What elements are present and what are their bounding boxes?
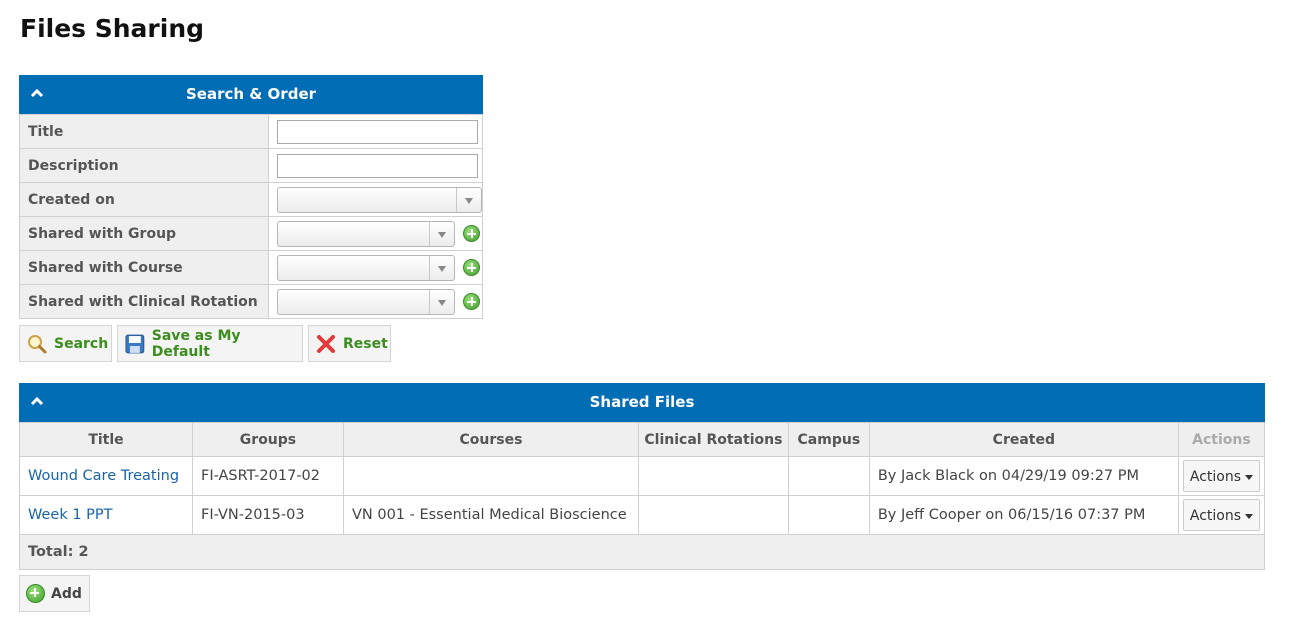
- reset-button[interactable]: Reset: [308, 325, 391, 362]
- add-group-icon[interactable]: [463, 225, 480, 242]
- field-label-shared-group: Shared with Group: [19, 216, 269, 251]
- files-table: Title Groups Courses Clinical Rotations …: [19, 422, 1266, 570]
- file-created: By Jeff Cooper on 06/15/16 07:37 PM: [868, 495, 1179, 535]
- field-label-created-on: Created on: [19, 182, 269, 217]
- created-on-select[interactable]: [277, 186, 482, 213]
- file-title-link[interactable]: Week 1 PPT: [28, 507, 113, 523]
- search-form-table: Title Description Created on Shared with…: [19, 114, 483, 319]
- caret-down-icon: [1245, 474, 1253, 480]
- chevron-up-icon[interactable]: [30, 394, 44, 408]
- field-row-shared-rotation: Shared with Clinical Rotation: [19, 284, 483, 319]
- add-button-label: Add: [51, 585, 82, 602]
- description-input[interactable]: [277, 153, 478, 178]
- file-title-link[interactable]: Wound Care Treating: [28, 468, 179, 484]
- file-groups: FI-ASRT-2017-02: [191, 456, 344, 496]
- chevron-down-icon[interactable]: [429, 255, 454, 280]
- search-button[interactable]: Search: [19, 325, 112, 362]
- file-clinical-rotations: [637, 495, 789, 535]
- field-row-created-on: Created on: [19, 182, 483, 217]
- files-panel-title: Shared Files: [589, 393, 695, 411]
- field-label-title: Title: [19, 114, 269, 149]
- reset-button-label: Reset: [343, 335, 388, 352]
- red-x-icon: [317, 334, 335, 353]
- magnifier-icon: [28, 334, 47, 353]
- table-total-row: Total: 2: [19, 534, 1265, 570]
- caret-down-icon: [1245, 513, 1253, 519]
- search-button-label: Search: [54, 335, 109, 352]
- table-header-row: Title Groups Courses Clinical Rotations …: [19, 422, 1266, 457]
- chevron-down-icon[interactable]: [456, 187, 481, 212]
- file-courses: VN 001 - Essential Medical Bioscience: [342, 495, 639, 535]
- floppy-disk-icon: [125, 334, 145, 353]
- search-order-panel: Search & Order Title Description Created…: [19, 75, 483, 319]
- shared-course-select[interactable]: [277, 254, 455, 281]
- field-label-description: Description: [19, 148, 269, 183]
- actions-dropdown-button[interactable]: Actions: [1182, 460, 1260, 492]
- save-default-button[interactable]: Save as My Default: [117, 325, 303, 362]
- column-header-groups[interactable]: Groups: [191, 422, 344, 457]
- search-panel-title: Search & Order: [185, 85, 317, 103]
- add-course-icon[interactable]: [463, 259, 480, 276]
- shared-files-panel: Shared Files Title Groups Courses Clinic…: [19, 383, 1266, 570]
- field-row-title: Title: [19, 114, 483, 149]
- green-plus-icon: [26, 584, 45, 603]
- chevron-down-icon[interactable]: [429, 221, 454, 246]
- add-file-button[interactable]: Add: [19, 575, 90, 612]
- column-header-courses[interactable]: Courses: [342, 422, 639, 457]
- search-panel-header[interactable]: Search & Order: [19, 75, 483, 114]
- table-row: Week 1 PPT FI-VN-2015-03 VN 001 - Essent…: [19, 495, 1266, 535]
- chevron-down-icon[interactable]: [429, 289, 454, 314]
- column-header-title[interactable]: Title: [19, 422, 193, 457]
- shared-rotation-select[interactable]: [277, 288, 455, 315]
- field-row-shared-course: Shared with Course: [19, 250, 483, 285]
- table-row: Wound Care Treating FI-ASRT-2017-02 By J…: [19, 456, 1266, 496]
- shared-group-select[interactable]: [277, 220, 455, 247]
- total-count: Total: 2: [19, 534, 1265, 570]
- field-row-description: Description: [19, 148, 483, 183]
- file-groups: FI-VN-2015-03: [191, 495, 344, 535]
- save-default-label: Save as My Default: [151, 327, 241, 360]
- page-title: Files Sharing: [20, 14, 205, 43]
- column-header-created[interactable]: Created: [868, 422, 1179, 457]
- field-row-shared-group: Shared with Group: [19, 216, 483, 251]
- column-header-actions: Actions: [1177, 422, 1266, 457]
- column-header-clinical-rotations[interactable]: Clinical Rotations: [637, 422, 789, 457]
- file-courses: [342, 456, 639, 496]
- files-panel-header[interactable]: Shared Files: [19, 383, 1265, 422]
- file-created: By Jack Black on 04/29/19 09:27 PM: [868, 456, 1179, 496]
- title-input[interactable]: [277, 119, 478, 144]
- field-label-shared-rotation: Shared with Clinical Rotation: [19, 284, 269, 319]
- file-campus: [787, 456, 870, 496]
- file-clinical-rotations: [637, 456, 789, 496]
- actions-label: Actions: [1189, 469, 1241, 485]
- column-header-campus[interactable]: Campus: [787, 422, 870, 457]
- actions-label: Actions: [1189, 508, 1241, 524]
- add-rotation-icon[interactable]: [463, 293, 480, 310]
- field-label-shared-course: Shared with Course: [19, 250, 269, 285]
- file-campus: [787, 495, 870, 535]
- actions-dropdown-button[interactable]: Actions: [1182, 499, 1260, 531]
- chevron-up-icon[interactable]: [30, 86, 44, 100]
